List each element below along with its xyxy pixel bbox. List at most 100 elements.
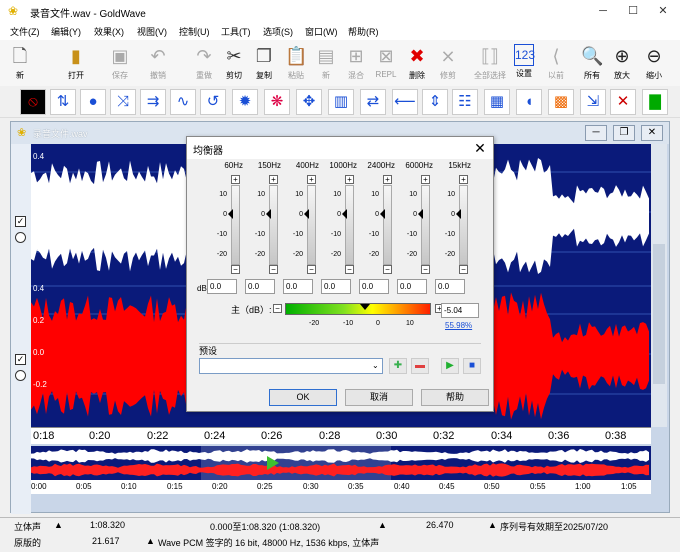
band-slider-thumb[interactable] [228, 209, 233, 219]
preset-select[interactable]: ⌄ [199, 358, 383, 374]
menu-effect[interactable]: 效果(X) [94, 25, 124, 38]
effect-sphere-icon[interactable]: ● [80, 89, 106, 115]
effect-swap-icon[interactable]: ⇄ [360, 89, 386, 115]
effect-noise-icon[interactable]: ⇲ [580, 89, 606, 115]
effect-clip-icon[interactable]: ✕ [610, 89, 636, 115]
band-minus-button[interactable]: − [345, 265, 354, 274]
doc-minimize-button[interactable]: ─ [585, 125, 607, 141]
minimize-button[interactable]: ─ [588, 0, 618, 22]
band-minus-button[interactable]: − [459, 265, 468, 274]
paste-button[interactable]: 📋 粘贴 [280, 42, 312, 84]
effect-merge-icon[interactable]: ⇉ [140, 89, 166, 115]
effect-dome-icon[interactable]: ◖ [516, 89, 542, 115]
band-plus-button[interactable]: + [269, 175, 278, 184]
band-value-field[interactable]: 0.0 [397, 279, 427, 294]
menu-tools[interactable]: 工具(T) [221, 25, 251, 38]
band-minus-button[interactable]: − [307, 265, 316, 274]
menu-window[interactable]: 窗口(W) [305, 25, 338, 38]
menu-help[interactable]: 帮助(R) [348, 25, 379, 38]
effect-color-icon[interactable]: ❋ [264, 89, 290, 115]
previous-button[interactable]: ⟨ 以前 [540, 42, 572, 84]
maximize-button[interactable]: ☐ [618, 0, 648, 22]
undo-button[interactable]: ↶ 撤销 [142, 42, 174, 84]
cut-button[interactable]: ✂ 剪切 [218, 42, 250, 84]
save-button[interactable]: ▣ 保存 [104, 42, 136, 84]
band-slider[interactable] [231, 185, 240, 265]
stop-preview-button[interactable]: ■ [463, 358, 481, 374]
add-preset-button[interactable]: ✚ [389, 358, 407, 374]
band-minus-button[interactable]: − [383, 265, 392, 274]
band-value-field[interactable]: 0.0 [245, 279, 275, 294]
set-marker-button[interactable]: 123 设置 [508, 42, 540, 84]
open-button[interactable]: ▮ 打开 [60, 42, 92, 84]
effect-bars-icon[interactable]: ▦ [484, 89, 510, 115]
band-minus-button[interactable]: − [231, 265, 240, 274]
doc-close-button[interactable]: ✕ [641, 125, 663, 141]
replace-button[interactable]: ⊠ REPL [370, 42, 402, 84]
band-value-field[interactable]: 0.0 [321, 279, 351, 294]
doc-restore-button[interactable]: ❐ [613, 125, 635, 141]
trim-button[interactable]: ⨯ 修剪 [432, 42, 464, 84]
effect-expand-icon[interactable]: ✥ [296, 89, 322, 115]
select-all-button[interactable]: ⟦⟧ 全部选择 [472, 42, 508, 84]
band-value-field[interactable]: 0.0 [207, 279, 237, 294]
band-minus-button[interactable]: − [421, 265, 430, 274]
play-preview-button[interactable]: ▶ [441, 358, 459, 374]
band-slider-thumb[interactable] [342, 209, 347, 219]
effect-cross-icon[interactable]: ⤨ [110, 89, 136, 115]
master-value-field[interactable]: -5.04 [441, 303, 479, 318]
paste-new-button[interactable]: ▤ 新 [310, 42, 342, 84]
master-gain-thumb[interactable] [360, 304, 370, 310]
band-slider-thumb[interactable] [304, 209, 309, 219]
band-plus-button[interactable]: + [459, 175, 468, 184]
band-slider-thumb[interactable] [380, 209, 385, 219]
help-button[interactable]: 帮助 [421, 389, 489, 406]
band-plus-button[interactable]: + [421, 175, 430, 184]
band-slider-thumb[interactable] [456, 209, 461, 219]
band-plus-button[interactable]: + [307, 175, 316, 184]
right-channel-checkbox[interactable]: ✓ [15, 354, 26, 365]
remove-preset-button[interactable]: ▬ [411, 358, 429, 374]
master-gain-slider[interactable] [285, 303, 431, 315]
ok-button[interactable]: OK [269, 389, 337, 406]
master-minus-button[interactable]: − [273, 304, 282, 313]
menu-options[interactable]: 选项(S) [263, 25, 293, 38]
band-slider[interactable] [345, 185, 354, 265]
effect-meter-icon[interactable]: ▇ [642, 89, 668, 115]
copy-button[interactable]: ❐ 复制 [248, 42, 280, 84]
band-slider[interactable] [269, 185, 278, 265]
band-slider-thumb[interactable] [418, 209, 423, 219]
band-value-field[interactable]: 0.0 [435, 279, 465, 294]
left-channel-checkbox[interactable]: ✓ [15, 216, 26, 227]
effect-updown-icon[interactable]: ⇕ [422, 89, 448, 115]
zoom-in-button[interactable]: ⊕ 放大 [606, 42, 638, 84]
close-button[interactable]: ✕ [648, 0, 678, 22]
effect-spectrum-icon[interactable]: ▩ [548, 89, 574, 115]
mix-button[interactable]: ⊞ 混合 [340, 42, 372, 84]
right-channel-radio[interactable] [15, 370, 26, 381]
effect-arrows-icon[interactable]: ⇅ [50, 89, 76, 115]
band-slider[interactable] [421, 185, 430, 265]
menu-edit[interactable]: 编辑(Y) [51, 25, 81, 38]
vertical-scrollbar[interactable] [651, 144, 667, 427]
delete-button[interactable]: ✖ 删除 [401, 42, 433, 84]
band-minus-button[interactable]: − [269, 265, 278, 274]
effect-equalizer-icon[interactable]: ☷ [452, 89, 478, 115]
band-slider[interactable] [307, 185, 316, 265]
master-percent-link[interactable]: 55.98% [445, 321, 472, 330]
new-button[interactable]: 🗋 新 [4, 42, 36, 84]
overview-waveform[interactable] [31, 446, 651, 480]
band-slider[interactable] [383, 185, 392, 265]
redo-button[interactable]: ↷ 重做 [188, 42, 220, 84]
left-channel-radio[interactable] [15, 232, 26, 243]
band-plus-button[interactable]: + [231, 175, 240, 184]
effect-gear-icon[interactable]: ✹ [232, 89, 258, 115]
band-slider-thumb[interactable] [266, 209, 271, 219]
band-plus-button[interactable]: + [383, 175, 392, 184]
menu-file[interactable]: 文件(Z) [10, 25, 40, 38]
effect-wave-icon[interactable]: ∿ [170, 89, 196, 115]
zoom-all-button[interactable]: 🔍 所有 [576, 42, 608, 84]
effect-stop-icon[interactable]: ⦸ [20, 89, 46, 115]
band-plus-button[interactable]: + [345, 175, 354, 184]
effect-chart-icon[interactable]: ▥ [328, 89, 354, 115]
